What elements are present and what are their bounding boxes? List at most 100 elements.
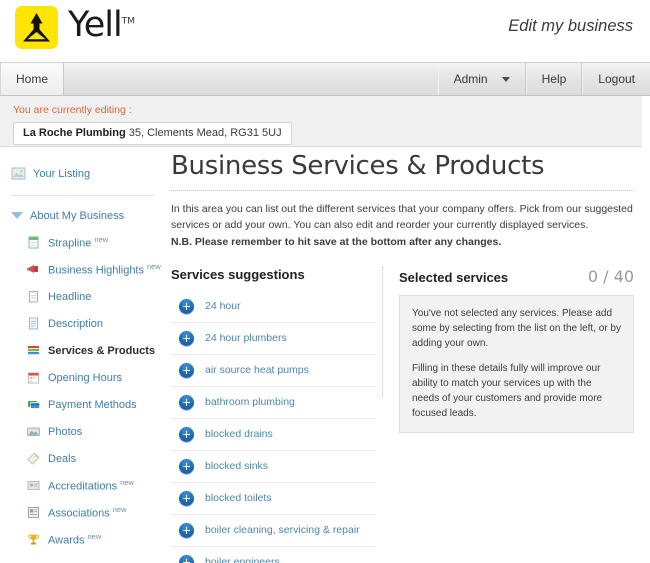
page-title: Business Services & Products [171,151,545,181]
list-item-label: 24 hour plumbers [205,332,287,345]
services-columns: Services suggestions 24 hour 24 hour plu… [171,266,634,563]
column-divider [382,266,383,397]
new-badge: new [120,478,134,488]
empty-message-secondary: Filling in these details fully will impr… [412,362,603,419]
add-service-icon[interactable] [179,522,194,538]
sidebar-item-your-listing-label: Your Listing [33,167,91,180]
sidebar-item-strapline-label: Strapline new [48,235,109,250]
add-service-icon[interactable] [179,330,194,346]
sidebar-item-payment-methods-label: Payment Methods [48,398,137,411]
sidebar-item-opening-hours[interactable]: Opening Hours [0,364,163,391]
notepad-icon [26,235,41,250]
navbar-left-group: Home [0,63,65,95]
sidebar-item-strapline[interactable]: Strapline new [0,229,163,256]
document-icon [26,316,41,331]
list-item[interactable]: boiler engineers [171,547,376,563]
list-item[interactable]: 24 hour [171,291,376,323]
sidebar-item-deals-label: Deals [48,452,77,465]
sidebar-item-awards-label: Awards new [48,532,102,547]
sidebar-item-business-highlights[interactable]: Business Highlights new [0,256,163,283]
nav-item-help[interactable]: Help [525,63,583,95]
chevron-down-icon [501,76,510,82]
sidebar-item-description[interactable]: Description [0,310,163,337]
sidebar-item-headline[interactable]: Headline [0,283,163,310]
add-service-icon[interactable] [179,298,194,314]
tag-icon [26,451,41,466]
nav-item-help-label: Help [541,72,567,86]
list-item-label: air source heat pumps [205,364,309,377]
photo-icon [26,424,41,439]
add-service-icon[interactable] [179,490,194,506]
sidebar-item-accreditations-label: Accreditations new [48,478,134,493]
sidebar-item-photos[interactable]: Photos [0,418,163,445]
sidebar-item-accreditations[interactable]: Accreditations new [0,472,163,499]
nav-item-home-label: Home [16,72,49,86]
main-navbar: Home Admin Help Logout [0,62,650,96]
add-service-icon[interactable] [179,554,194,563]
selected-services-empty-box: You've not selected any services. Please… [399,294,634,433]
services-suggestions-list: 24 hour 24 hour plumbers air source heat… [171,291,376,563]
logo-tm: TM [121,16,135,27]
nav-item-admin-label: Admin [453,72,488,86]
selected-services-heading-row: Selected services 0 / 40 [399,267,634,286]
intro-line-1: In this area you can list out the differ… [171,203,633,232]
add-service-icon[interactable] [179,394,194,410]
list-item[interactable]: 24 hour plumbers [171,323,376,355]
sidebar-group-contact-details[interactable]: Contact Details and links [0,557,163,563]
intro-text: In this area you can list out the differ… [171,201,634,250]
nav-item-home[interactable]: Home [0,63,65,95]
new-badge: new [94,235,109,245]
list-item[interactable]: boiler cleaning, servicing & repair [171,515,376,547]
page-body: Your Listing About My Business Strapline… [0,147,650,563]
sidebar-group-about-my-business-label: About My Business [30,209,125,222]
listing-icon [11,166,26,181]
nav-item-logout-label: Logout [598,72,635,86]
nav-item-admin[interactable]: Admin [437,63,526,95]
calendar-icon [26,370,41,385]
new-badge: new [112,505,127,515]
yell-arrow-logo-icon [15,6,58,49]
logo-wordmark: YellTM [68,5,135,45]
list-item[interactable]: air source heat pumps [171,355,376,387]
sidebar-item-services-and-products-label: Services & Products [48,344,155,357]
megaphone-icon [26,262,41,277]
currently-editing-bar: You are currently editing : La Roche Plu… [0,96,642,147]
main-content: Business Services & Products In this are… [163,147,650,563]
sidebar-item-payment-methods[interactable]: Payment Methods [0,391,163,418]
current-business-chip[interactable]: La Roche Plumbing 35, Clements Mead, RG3… [13,122,292,145]
sidebar-item-your-listing[interactable]: Your Listing [0,160,163,187]
navbar-right-group: Admin Help Logout [437,63,650,95]
list-item-label: boiler engineers [205,556,280,563]
list-item-label: blocked sinks [205,460,269,473]
list-item-label: blocked toilets [205,492,272,505]
sidebar-item-services-and-products[interactable]: Services & Products [0,337,163,364]
add-service-icon[interactable] [179,362,194,378]
list-item[interactable]: blocked toilets [171,483,376,515]
cards-icon [26,397,41,412]
sidebar-item-awards[interactable]: Awards new [0,526,163,553]
edit-my-business-label: Edit my business [508,17,633,35]
add-service-icon[interactable] [179,458,194,474]
list-item[interactable]: blocked sinks [171,451,376,483]
list-item-label: boiler cleaning, servicing & repair [205,524,360,537]
current-business-name: La Roche Plumbing [23,127,126,139]
list-item-label: blocked drains [205,428,273,441]
certificate-icon [26,478,41,493]
list-item[interactable]: blocked drains [171,419,376,451]
sidebar-item-associations[interactable]: Associations new [0,499,163,526]
sidebar-group-about-my-business[interactable]: About My Business [0,202,163,229]
sidebar-item-deals[interactable]: Deals [0,445,163,472]
triangle-down-icon [11,212,23,219]
clipboard-icon [26,289,41,304]
selected-services-column: Selected services 0 / 40 You've not sele… [399,267,634,563]
logo[interactable]: YellTM [15,6,135,49]
trophy-icon [26,532,41,547]
list-item-label: bathroom plumbing [205,396,295,409]
add-service-icon[interactable] [179,426,194,442]
nav-item-logout[interactable]: Logout [582,63,650,95]
new-badge: new [87,532,102,542]
services-suggestions-column: Services suggestions 24 hour 24 hour plu… [171,267,376,563]
sidebar-item-headline-label: Headline [48,290,92,303]
list-item[interactable]: bathroom plumbing [171,387,376,419]
selected-services-counter: 0 / 40 [587,266,634,286]
